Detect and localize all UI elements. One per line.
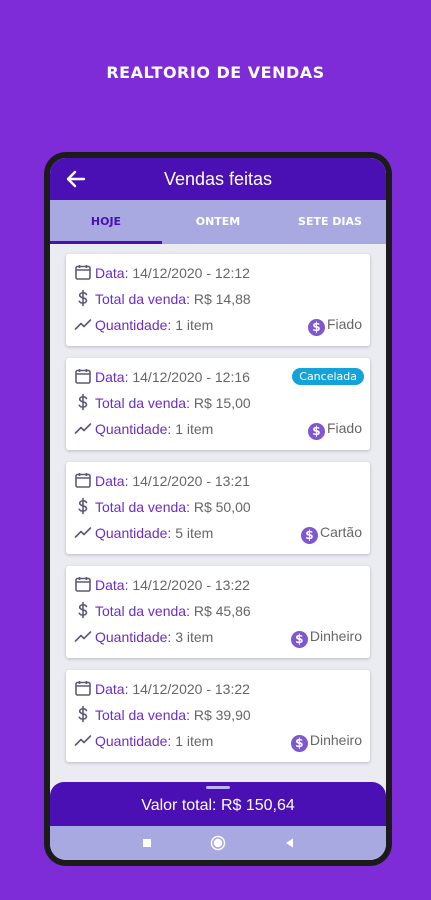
sale-total: R$ 39,90 (193, 707, 251, 723)
coin-icon: $ (300, 527, 318, 544)
date-label: Data: (95, 369, 129, 385)
sale-date: 14/12/2020 - 13:22 (132, 577, 250, 593)
date-label: Data: (95, 473, 129, 489)
sale-total-row: Total da venda: R$ 14,88 (74, 289, 251, 309)
sale-total: R$ 45,86 (193, 603, 251, 619)
trending-up-icon (74, 527, 92, 538)
sale-total-row: Total da venda: R$ 45,86 (74, 601, 251, 621)
payment-label: Fiado (326, 316, 362, 332)
quantity-label: Quantidade: (95, 629, 172, 645)
sale-card[interactable]: Data: 14/12/2020 - 13:21 Total da venda:… (66, 462, 370, 554)
sale-quantity: 3 item (175, 629, 214, 645)
quantity-label: Quantidade: (95, 421, 172, 437)
sale-total: R$ 14,88 (193, 291, 251, 307)
app-screen: Vendas feitas HOJE ONTEM SETE DIAS Data:… (50, 158, 386, 860)
total-label: Total da venda: (95, 603, 190, 619)
sale-quantity-row: Quantidade: 1 item (74, 315, 213, 335)
recents-icon[interactable] (139, 835, 155, 851)
page-title: Vendas feitas (163, 169, 273, 189)
sales-list[interactable]: Data: 14/12/2020 - 12:12 Total da venda:… (50, 244, 386, 782)
sale-total: R$ 50,00 (193, 499, 251, 515)
trending-up-icon (74, 423, 92, 434)
sale-card[interactable]: Cancelada Data: 14/12/2020 - 12:16 Total… (66, 358, 370, 450)
payment-label: Dinheiro (309, 732, 362, 748)
system-nav-bar (50, 826, 386, 860)
sale-date: 14/12/2020 - 12:12 (132, 265, 250, 281)
sale-quantity: 1 item (175, 733, 214, 749)
sale-quantity-row: Quantidade: 3 item (74, 627, 213, 647)
tab-hoje[interactable]: HOJE (50, 200, 162, 244)
sale-date-row: Data: 14/12/2020 - 12:16 (74, 367, 250, 387)
calendar-icon (75, 473, 91, 488)
dollar-icon (78, 497, 88, 515)
sale-date: 14/12/2020 - 12:16 (132, 369, 250, 385)
status-badge: Cancelada (292, 368, 364, 385)
payment-method: $ Fiado (307, 420, 362, 440)
sale-date-row: Data: 14/12/2020 - 13:22 (74, 679, 250, 699)
payment-method: $ Fiado (307, 316, 362, 336)
payment-method: $ Dinheiro (290, 628, 362, 648)
coin-icon: $ (307, 423, 325, 440)
app-bar: Vendas feitas (50, 158, 386, 200)
total-label: Total da venda: (95, 707, 190, 723)
trending-up-icon (74, 735, 92, 746)
sale-quantity-row: Quantidade: 1 item (74, 419, 213, 439)
drag-handle[interactable] (206, 786, 230, 789)
coin-icon: $ (290, 631, 308, 648)
sale-card[interactable]: Data: 14/12/2020 - 12:12 Total da venda:… (66, 254, 370, 346)
date-label: Data: (95, 681, 129, 697)
sale-quantity-row: Quantidade: 1 item (74, 731, 213, 751)
sale-quantity: 1 item (175, 421, 214, 437)
total-label: Total da venda: (95, 499, 190, 515)
payment-label: Dinheiro (309, 628, 362, 644)
sale-quantity-row: Quantidade: 5 item (74, 523, 213, 543)
sale-date-row: Data: 14/12/2020 - 13:22 (74, 575, 250, 595)
total-bar[interactable]: Valor total: R$ 150,64 (50, 782, 386, 826)
sale-date: 14/12/2020 - 13:22 (132, 681, 250, 697)
calendar-icon (75, 369, 91, 384)
sale-total: R$ 15,00 (193, 395, 251, 411)
promo-title: REALTORIO DE VENDAS (106, 63, 325, 82)
total-value: Valor total: R$ 150,64 (141, 797, 295, 814)
trending-up-icon (74, 631, 92, 642)
sale-date: 14/12/2020 - 13:21 (132, 473, 250, 489)
tab-ontem[interactable]: ONTEM (162, 200, 274, 244)
payment-method: $ Dinheiro (290, 732, 362, 752)
tab-sete-dias[interactable]: SETE DIAS (274, 200, 386, 244)
dollar-icon (78, 705, 88, 723)
coin-icon: $ (307, 319, 325, 336)
dollar-icon (78, 289, 88, 307)
date-label: Data: (95, 265, 129, 281)
quantity-label: Quantidade: (95, 317, 172, 333)
payment-label: Fiado (326, 420, 362, 436)
sale-total-row: Total da venda: R$ 50,00 (74, 497, 251, 517)
calendar-icon (75, 681, 91, 696)
sale-date-row: Data: 14/12/2020 - 13:21 (74, 471, 250, 491)
total-label: Total da venda: (95, 395, 190, 411)
payment-method: $ Cartão (300, 524, 362, 544)
payment-label: Cartão (319, 524, 362, 540)
sale-total-row: Total da venda: R$ 39,90 (74, 705, 251, 725)
trending-up-icon (74, 319, 92, 330)
date-label: Data: (95, 577, 129, 593)
calendar-icon (75, 577, 91, 592)
home-icon[interactable] (210, 835, 226, 851)
tab-bar: HOJE ONTEM SETE DIAS (50, 200, 386, 244)
coin-icon: $ (290, 735, 308, 752)
dollar-icon (78, 601, 88, 619)
sale-quantity: 5 item (175, 525, 214, 541)
quantity-label: Quantidade: (95, 733, 172, 749)
phone-frame: Vendas feitas HOJE ONTEM SETE DIAS Data:… (44, 152, 392, 866)
dollar-icon (78, 393, 88, 411)
sale-date-row: Data: 14/12/2020 - 12:12 (74, 263, 250, 283)
back-nav-icon[interactable] (281, 835, 297, 851)
sale-total-row: Total da venda: R$ 15,00 (74, 393, 251, 413)
quantity-label: Quantidade: (95, 525, 172, 541)
sale-quantity: 1 item (175, 317, 214, 333)
calendar-icon (75, 265, 91, 280)
sale-card[interactable]: Data: 14/12/2020 - 13:22 Total da venda:… (66, 670, 370, 762)
total-label: Total da venda: (95, 291, 190, 307)
sale-card[interactable]: Data: 14/12/2020 - 13:22 Total da venda:… (66, 566, 370, 658)
